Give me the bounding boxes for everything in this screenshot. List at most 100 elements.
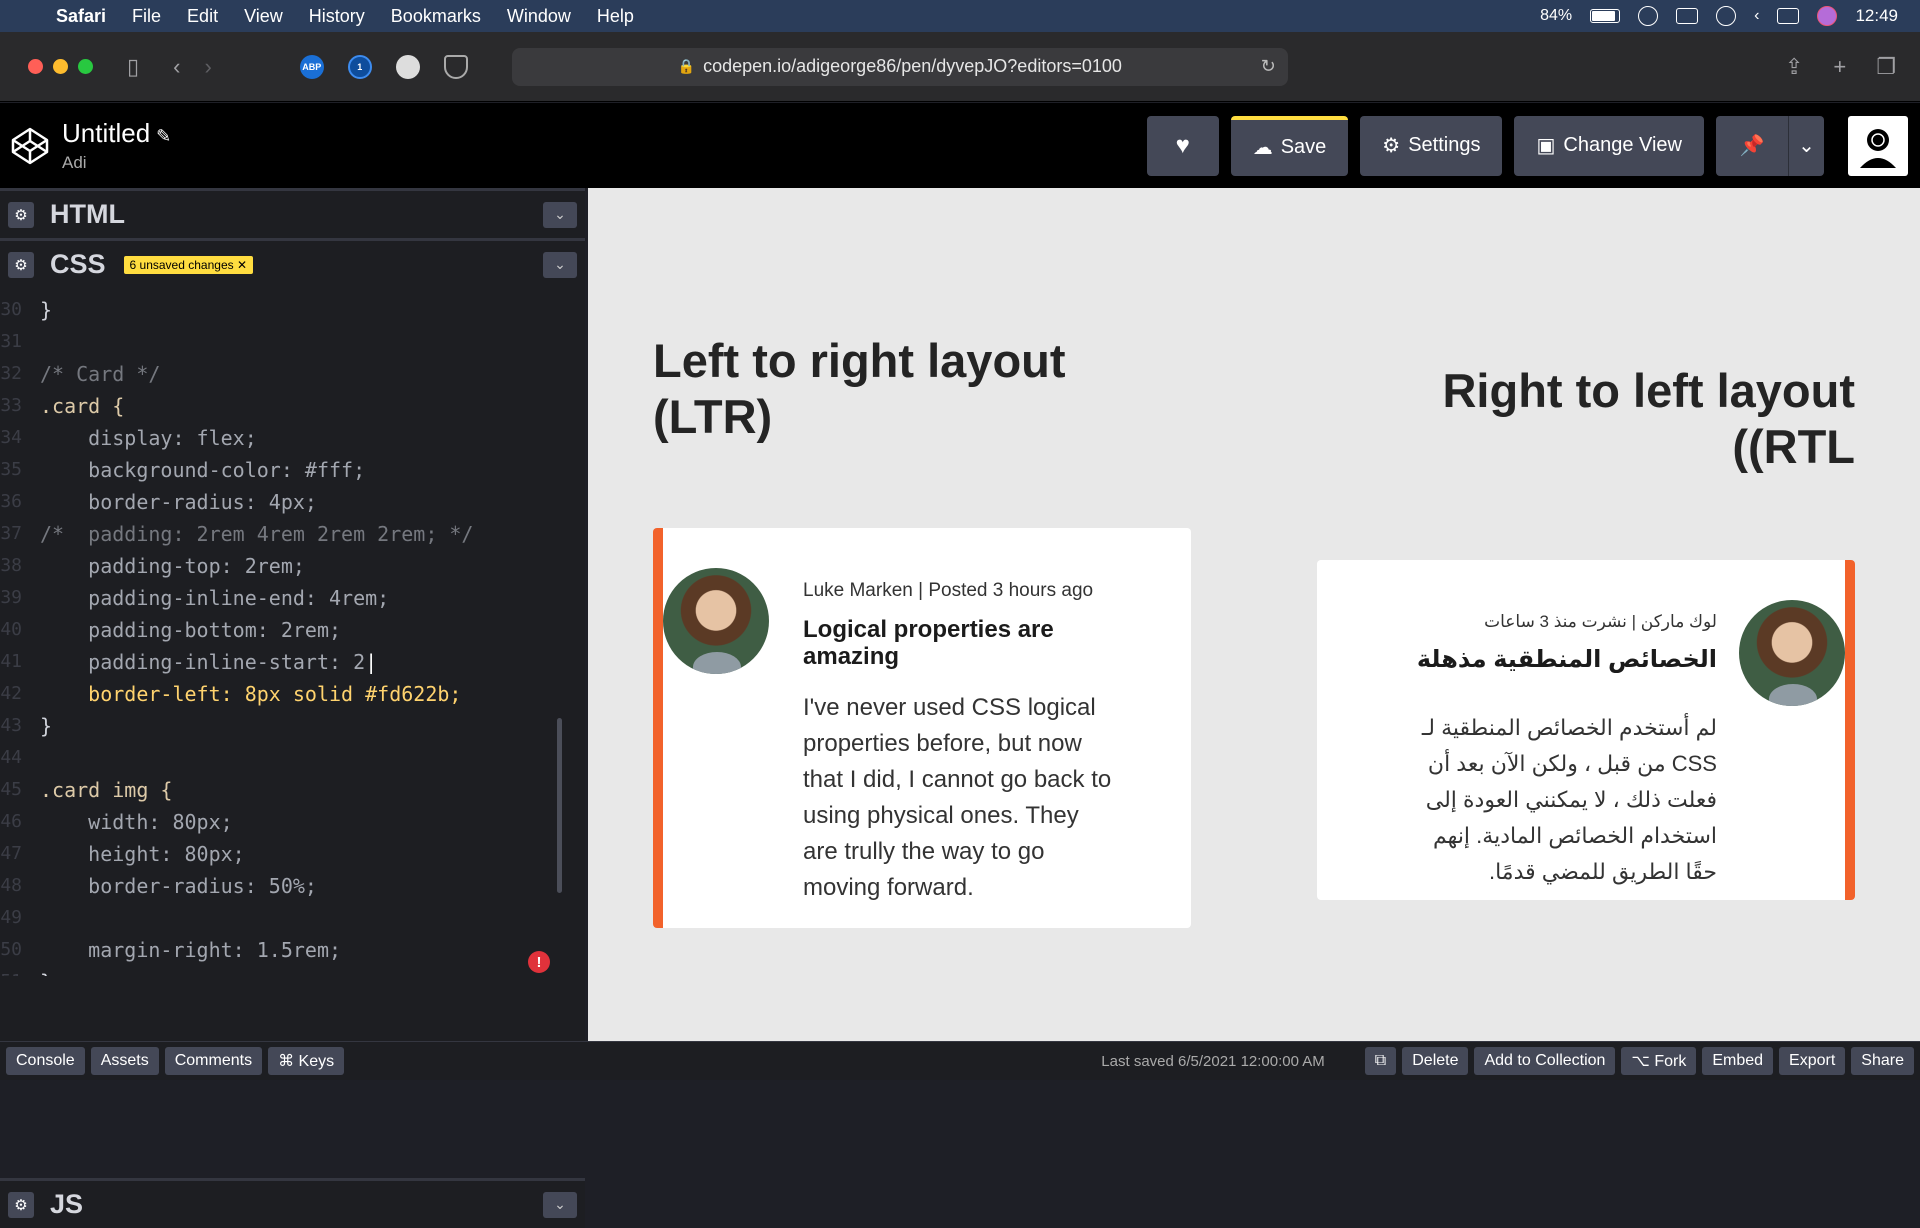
tab-overview-icon[interactable]: ❐ [1876, 54, 1896, 80]
close-window-icon[interactable] [28, 59, 43, 74]
new-tab-icon[interactable]: + [1833, 54, 1846, 80]
settings-label: Settings [1408, 134, 1481, 156]
menu-help[interactable]: Help [584, 6, 647, 27]
code-text: border-radius: 4px; [40, 490, 317, 514]
gear-icon: ⚙ [1382, 135, 1401, 157]
edit-title-pencil-icon[interactable]: ✎ [156, 126, 171, 146]
pen-title[interactable]: Untitled [62, 118, 150, 148]
battery-icon[interactable] [1590, 9, 1621, 23]
share-icon[interactable]: ⇪ [1785, 54, 1803, 80]
address-bar[interactable]: 🔒 codepen.io/adigeorge86/pen/dyvepJO?edi… [511, 47, 1288, 86]
embed-button[interactable]: Embed [1702, 1047, 1774, 1075]
chevron-down-icon: ⌄ [1798, 135, 1815, 157]
save-button[interactable]: ☁ Save [1230, 115, 1349, 176]
open-external-icon[interactable]: ⧉ [1364, 1047, 1397, 1075]
code-line: 40 padding-bottom: 2rem; [0, 614, 570, 646]
reload-icon[interactable]: ↻ [1261, 56, 1276, 77]
menu-clock[interactable]: 12:49 [1855, 6, 1898, 26]
settings-button[interactable]: ⚙ Settings [1360, 115, 1503, 176]
codepen-logo-icon[interactable] [10, 126, 50, 166]
code-text: border-radius: 50%; [40, 874, 317, 898]
code-text: margin-right: 1.5rem; [40, 938, 342, 962]
change-view-label: Change View [1563, 134, 1682, 156]
line-number: 38 [0, 555, 22, 576]
code-text: display: flex; [40, 426, 257, 450]
code-text: height: 80px; [40, 842, 245, 866]
change-view-button[interactable]: ▣ Change View [1514, 115, 1704, 176]
add-to-collection-button[interactable]: Add to Collection [1474, 1047, 1616, 1075]
delete-button[interactable]: Delete [1402, 1047, 1469, 1075]
keys-button[interactable]: ⌘ Keys [268, 1047, 345, 1075]
css-code-editor[interactable]: 30} 31 32 /* Card */ 33 .card { 34 display… [0, 294, 570, 976]
css-collapse-chevron-icon[interactable]: ⌄ [543, 251, 577, 278]
export-button[interactable]: Export [1779, 1047, 1846, 1075]
sidebar-toggle-icon[interactable]: ▯ [127, 54, 139, 80]
menu-view[interactable]: View [231, 6, 296, 27]
menu-history[interactable]: History [296, 6, 378, 27]
onepassword-extension-icon[interactable]: 1 [347, 54, 372, 79]
pin-button[interactable]: 📌 [1716, 115, 1788, 176]
pin-dropdown-button[interactable]: ⌄ [1788, 115, 1824, 176]
pen-author[interactable]: Adi [62, 153, 171, 173]
code-text: } [40, 966, 52, 976]
menu-edit[interactable]: Edit [174, 6, 231, 27]
js-panel-header[interactable]: ⚙ JS ⌄ [0, 1178, 585, 1228]
code-line: 48 border-radius: 50%; [0, 870, 570, 902]
css-panel-header[interactable]: ⚙ CSS 6 unsaved changes ✕ ⌄ [0, 238, 585, 288]
code-text: } [40, 714, 53, 738]
line-number: 42 [0, 683, 22, 704]
code-line: 33 .card { [0, 390, 570, 422]
focus-icon[interactable] [1638, 6, 1659, 26]
line-number: 47 [0, 843, 22, 864]
html-settings-gear-icon[interactable]: ⚙ [8, 201, 34, 228]
js-settings-gear-icon[interactable]: ⚙ [8, 1191, 34, 1218]
comments-button[interactable]: Comments [164, 1047, 263, 1075]
siri-icon[interactable] [1817, 6, 1838, 26]
code-text: .card { [40, 394, 125, 418]
menu-file[interactable]: File [119, 6, 174, 27]
love-button[interactable]: ♥ [1146, 115, 1219, 176]
card-body: لم أستخدم الخصائص المنطقية لـ CSS من قبل… [1421, 715, 1717, 884]
code-line: 46 width: 80px; [0, 806, 570, 838]
back-icon[interactable]: ‹ [173, 54, 180, 80]
menu-bookmarks[interactable]: Bookmarks [378, 6, 494, 27]
html-panel-header[interactable]: ⚙ HTML ⌄ [0, 188, 585, 238]
console-button[interactable]: Console [6, 1047, 85, 1075]
js-panel-title: JS [50, 1189, 84, 1219]
error-indicator-icon[interactable]: ! [528, 951, 550, 973]
macos-menu-bar: Safari File Edit View History Bookmarks … [0, 0, 1920, 32]
last-saved-status: Last saved 6/5/2021 12:00:00 AM [1101, 1052, 1325, 1070]
fork-button[interactable]: ⌥ Fork [1621, 1047, 1697, 1075]
js-collapse-chevron-icon[interactable]: ⌄ [543, 1191, 577, 1218]
text-cursor: | [365, 650, 378, 674]
code-text: padding-bottom: 2rem; [40, 618, 342, 642]
html-panel-title: HTML [50, 199, 125, 229]
vpn-globe-icon[interactable] [1716, 6, 1737, 26]
code-line: 31 [0, 326, 570, 358]
assets-button[interactable]: Assets [90, 1047, 159, 1075]
user-avatar[interactable] [1848, 115, 1908, 176]
ltr-card: Luke Marken | Posted 3 hours ago Logical… [653, 528, 1191, 928]
css-settings-gear-icon[interactable]: ⚙ [8, 251, 34, 278]
minimize-window-icon[interactable] [53, 59, 68, 74]
code-line: 51} [0, 966, 570, 976]
code-line: 47 height: 80px; [0, 838, 570, 870]
extension-icon[interactable] [395, 54, 420, 79]
privacy-shield-icon[interactable] [443, 54, 468, 79]
code-line: 37 /* padding: 2rem 4rem 2rem 2rem; */ [0, 518, 570, 550]
unsaved-changes-badge[interactable]: 6 unsaved changes ✕ [123, 255, 254, 274]
screen-record-icon[interactable] [1676, 8, 1699, 24]
forward-icon[interactable]: › [204, 54, 211, 80]
adblock-extension-icon[interactable]: ABP [299, 54, 324, 79]
line-number: 41 [0, 651, 22, 672]
html-collapse-chevron-icon[interactable]: ⌄ [543, 201, 577, 228]
zoom-window-icon[interactable] [78, 59, 93, 74]
chevron-left-icon[interactable]: ‹ [1754, 7, 1759, 25]
menu-app-name[interactable]: Safari [48, 6, 119, 27]
control-center-icon[interactable] [1777, 8, 1800, 24]
code-line: 44 [0, 742, 570, 774]
menu-window[interactable]: Window [494, 6, 584, 27]
share-button[interactable]: Share [1851, 1047, 1914, 1075]
editor-scrollbar[interactable] [557, 718, 562, 893]
dismiss-x-icon[interactable]: ✕ [237, 258, 247, 272]
